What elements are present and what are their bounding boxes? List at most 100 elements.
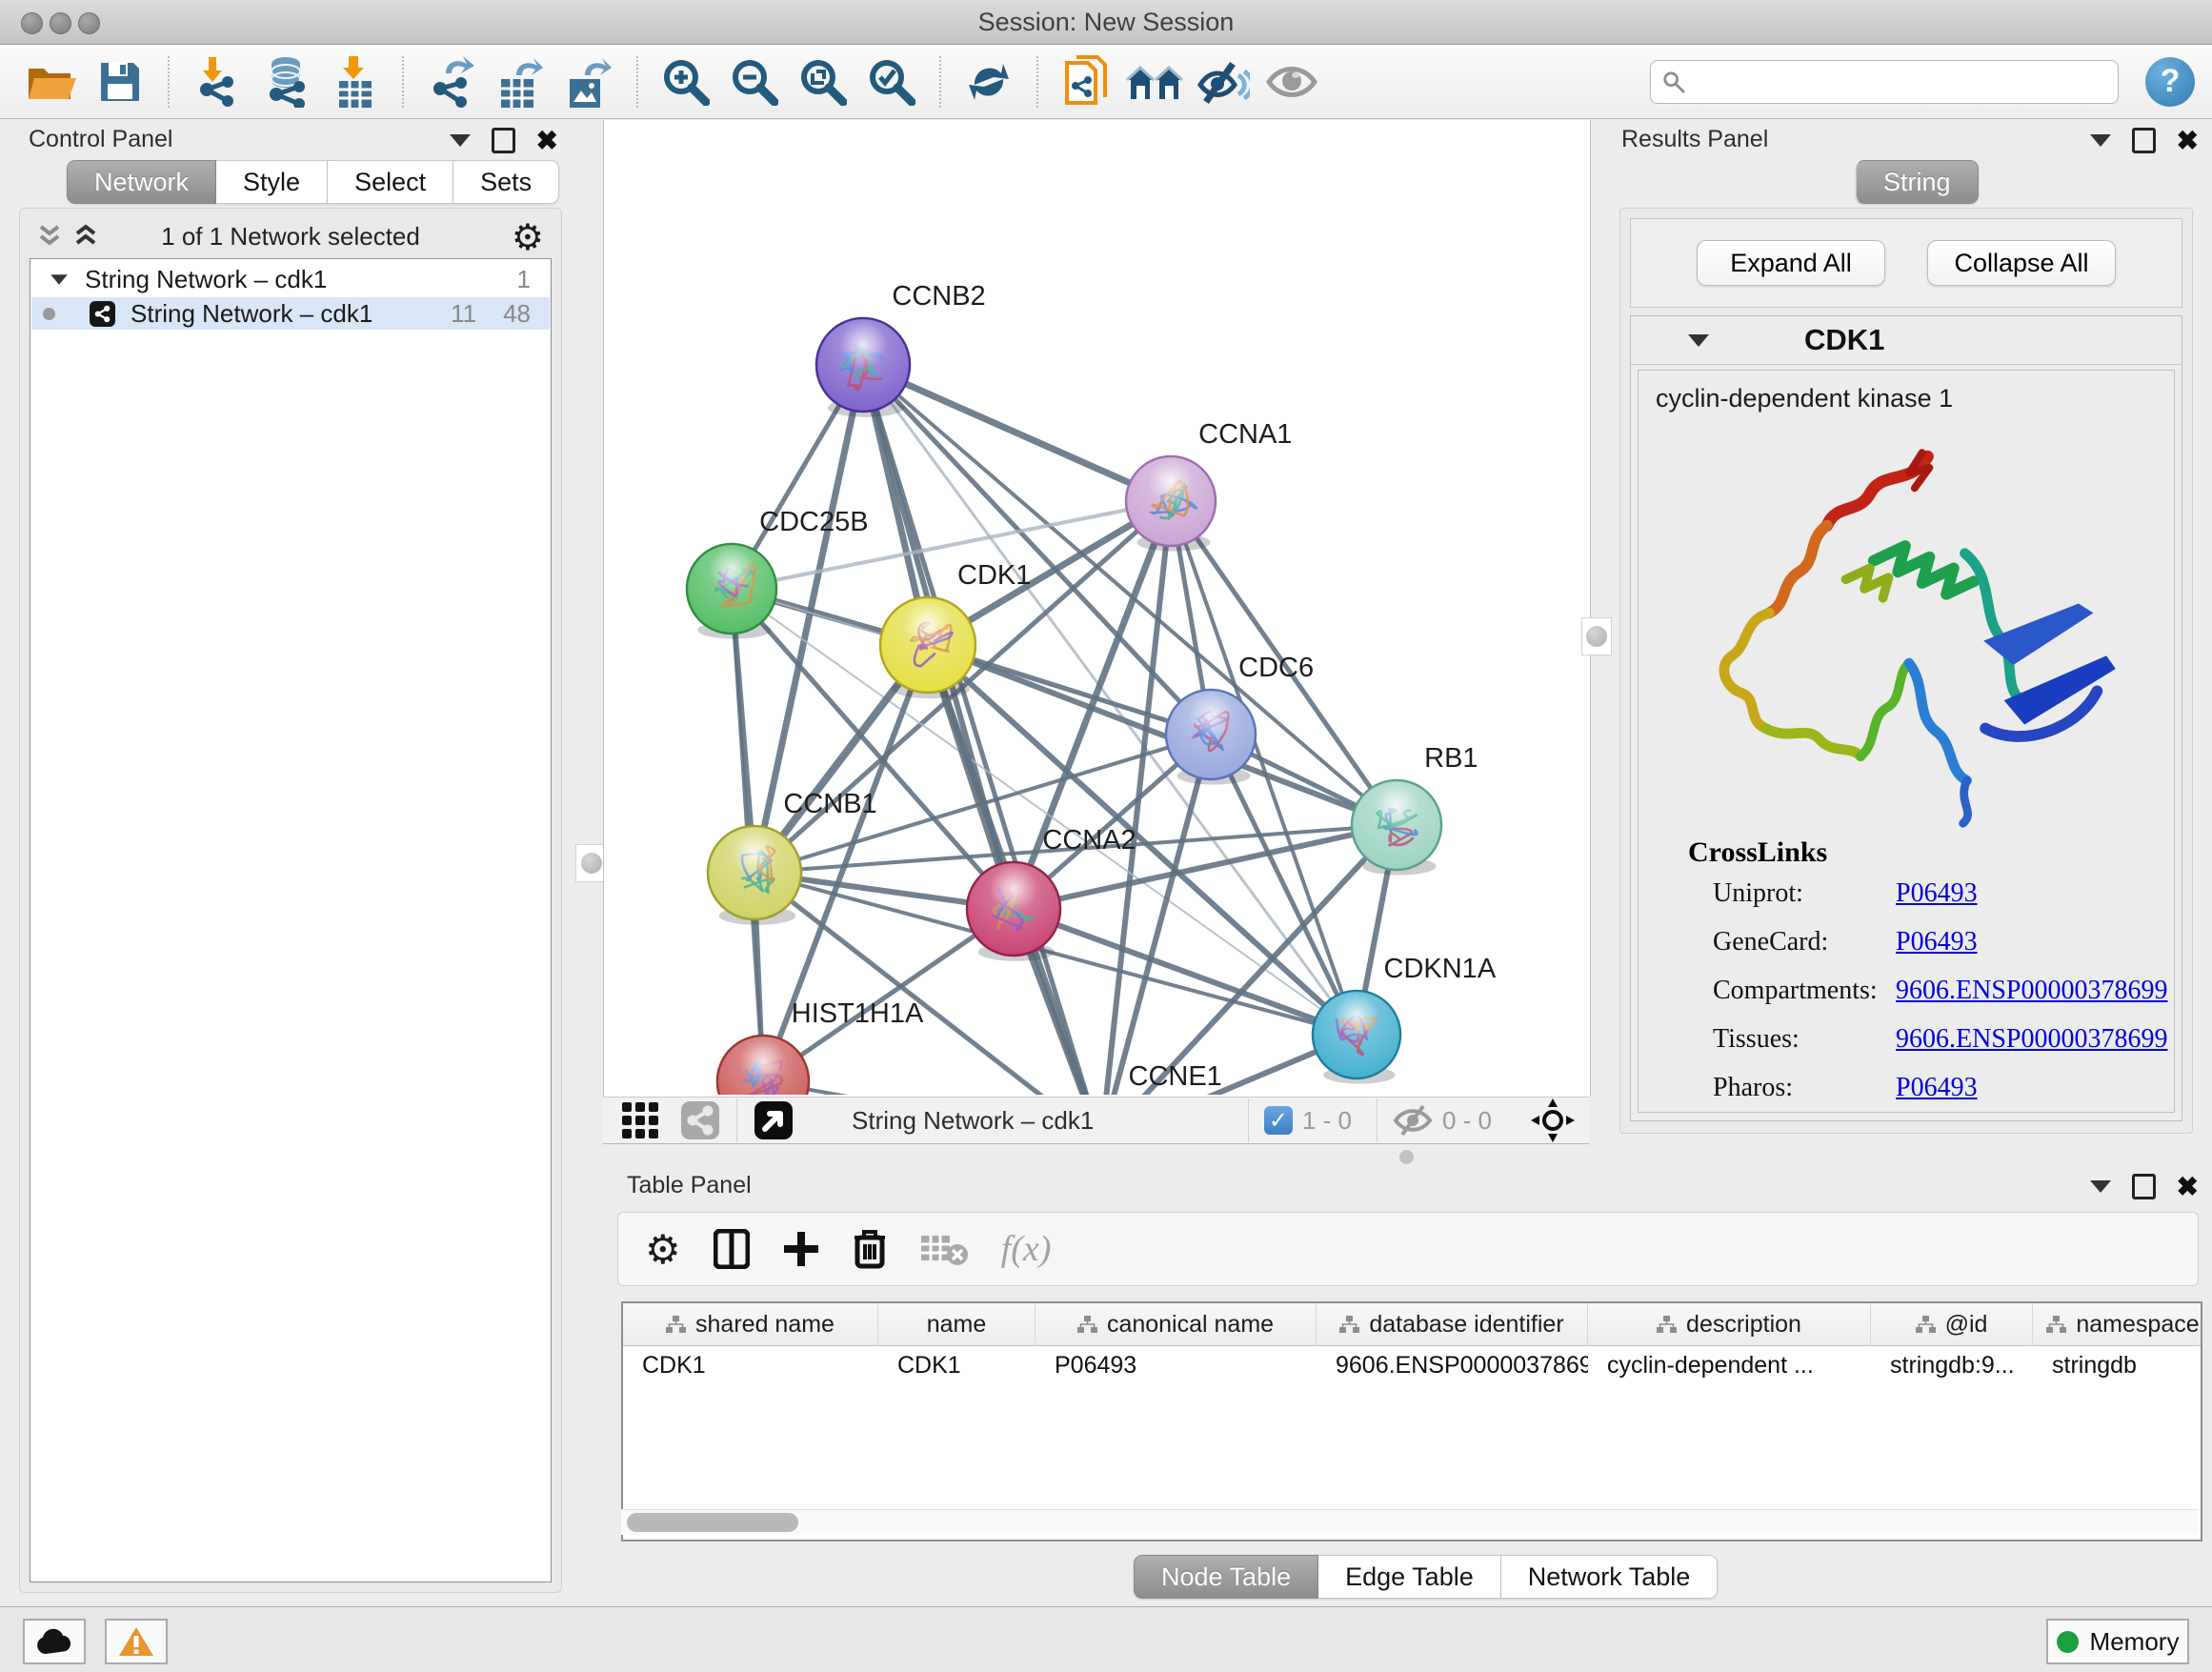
table-cell[interactable]: stringdb: [2033, 1346, 2202, 1384]
export-image-button[interactable]: [559, 52, 618, 111]
show-graphics-button[interactable]: [1262, 52, 1321, 111]
table-cell[interactable]: stringdb:9...: [1871, 1346, 2033, 1384]
import-network-database-button[interactable]: [256, 52, 315, 111]
node-CDC6[interactable]: CDC6: [1166, 653, 1314, 785]
node-HIST1H1A[interactable]: HIST1H1A: [717, 998, 924, 1095]
table-cell[interactable]: cyclin-dependent ...: [1588, 1346, 1871, 1384]
zoom-fit-button[interactable]: [794, 52, 853, 111]
close-panel-icon[interactable]: ✖: [2177, 131, 2199, 151]
table-cell[interactable]: P06493: [1036, 1346, 1317, 1384]
refresh-view-button[interactable]: [959, 52, 1018, 111]
tab-select[interactable]: Select: [328, 160, 453, 204]
column-header-namespace[interactable]: namespace: [2033, 1303, 2202, 1345]
node-label: CCNE1: [1129, 1061, 1222, 1092]
crosslink-link[interactable]: P06493: [1896, 927, 1978, 957]
open-session-button[interactable]: [22, 52, 81, 111]
table-cell[interactable]: 9606.ENSP00000378699: [1317, 1346, 1588, 1384]
edge-CCNB2-CCNA1[interactable]: [863, 365, 1171, 501]
tab-style[interactable]: Style: [216, 160, 328, 204]
edge-HIST1H1A-CCNE1[interactable]: [763, 1081, 1101, 1095]
column-header-description[interactable]: description: [1588, 1303, 1871, 1345]
selected-checkbox-icon[interactable]: ✓: [1264, 1106, 1293, 1135]
horizontal-splitter-handle[interactable]: [1399, 1150, 1414, 1164]
column-header-id[interactable]: @id: [1871, 1303, 2033, 1345]
panel-menu-icon[interactable]: [2090, 1180, 2111, 1193]
network-collection-row[interactable]: String Network – cdk1 1: [31, 263, 550, 295]
node-details-header[interactable]: CDK1: [1631, 316, 2182, 365]
network-canvas[interactable]: CCNB2CCNA1CDC25BCDK1CDC6RB1CCNB1CCNA2CDK…: [603, 120, 1591, 1097]
network-share-toggle-icon[interactable]: [679, 1099, 721, 1141]
node-CCNA1[interactable]: CCNA1: [1126, 419, 1292, 552]
import-table-file-button[interactable]: [325, 52, 384, 111]
hidden-eye-icon[interactable]: [1393, 1104, 1433, 1137]
crosslink-link[interactable]: P06493: [1896, 1073, 1978, 1103]
crosslink-link[interactable]: P06493: [1896, 878, 1978, 909]
zoom-out-button[interactable]: [725, 52, 784, 111]
panel-menu-icon[interactable]: [2090, 134, 2111, 147]
collection-expander-icon[interactable]: [50, 274, 68, 284]
crosslink-row: Uniprot:P06493: [1713, 878, 2174, 909]
network-options-gear-icon[interactable]: ⚙: [512, 216, 544, 259]
zoom-in-button[interactable]: [656, 52, 715, 111]
close-panel-icon[interactable]: ✖: [2177, 1178, 2199, 1197]
cloud-status-button[interactable]: [23, 1619, 86, 1664]
float-panel-icon[interactable]: [2132, 128, 2156, 153]
table-horizontal-scrollbar[interactable]: [621, 1509, 2199, 1535]
save-session-button[interactable]: [90, 52, 150, 111]
search-input[interactable]: [1695, 67, 2106, 96]
table-data-row[interactable]: CDK1CDK1P064939606.ENSP00000378699cyclin…: [623, 1346, 2201, 1384]
delete-column-icon[interactable]: [853, 1228, 887, 1270]
open-folder-icon: [27, 61, 76, 103]
gray-eye-icon: [1265, 63, 1318, 101]
node-CDKN1A[interactable]: CDKN1A: [1313, 954, 1497, 1084]
zoom-selected-button[interactable]: [862, 52, 921, 111]
tab-sets[interactable]: Sets: [453, 160, 559, 204]
network-row-selected[interactable]: String Network – cdk1 11 48: [31, 297, 550, 330]
warning-status-button[interactable]: [105, 1619, 168, 1664]
first-neighbors-button[interactable]: [1056, 52, 1116, 111]
float-panel-icon[interactable]: [492, 128, 515, 153]
memory-button[interactable]: Memory: [2046, 1619, 2189, 1664]
birds-eye-view-icon[interactable]: [753, 1099, 794, 1141]
tab-network-table[interactable]: Network Table: [1501, 1555, 1719, 1599]
edge-CCNB2-RB1[interactable]: [863, 365, 1397, 825]
column-header-canonical-name[interactable]: canonical name: [1036, 1303, 1317, 1345]
help-button[interactable]: ?: [2145, 57, 2195, 107]
grid-view-icon[interactable]: [618, 1098, 662, 1142]
home-networks-button[interactable]: [1125, 52, 1184, 111]
crosslink-link[interactable]: 9606.ENSP00000378699: [1896, 976, 2167, 1006]
show-columns-icon[interactable]: [714, 1229, 750, 1269]
delete-table-icon[interactable]: [919, 1230, 969, 1268]
node-table[interactable]: shared namenamecanonical namedatabase id…: [621, 1301, 2202, 1541]
crosslink-link[interactable]: 9606.ENSP00000378699: [1896, 1024, 2167, 1055]
tab-string[interactable]: String: [1856, 160, 1979, 204]
column-header-shared-name[interactable]: shared name: [623, 1303, 878, 1345]
tab-edge-table[interactable]: Edge Table: [1318, 1555, 1501, 1599]
column-header-database-identifier[interactable]: database identifier: [1317, 1303, 1588, 1345]
crosshair-icon[interactable]: [1530, 1098, 1576, 1143]
table-cell[interactable]: CDK1: [623, 1346, 878, 1384]
expand-all-button[interactable]: Expand All: [1697, 240, 1885, 286]
export-network-button[interactable]: [422, 52, 481, 111]
tab-network[interactable]: Network: [67, 160, 216, 204]
node-RB1[interactable]: RB1: [1352, 743, 1478, 876]
add-column-icon[interactable]: [782, 1230, 820, 1268]
hide-unhide-button[interactable]: [1194, 52, 1253, 111]
table-cell[interactable]: CDK1: [878, 1346, 1036, 1384]
close-panel-icon[interactable]: ✖: [536, 131, 558, 151]
import-network-file-button[interactable]: [188, 52, 247, 111]
panel-menu-icon[interactable]: [450, 134, 471, 147]
table-options-gear-icon[interactable]: ⚙: [645, 1226, 681, 1273]
function-builder-icon[interactable]: f(x): [1001, 1228, 1052, 1270]
collapse-all-button[interactable]: Collapse All: [1927, 240, 2116, 286]
edge-CCNB2-CDKN1A[interactable]: [863, 365, 1357, 1035]
tab-node-table[interactable]: Node Table: [1134, 1555, 1318, 1599]
search-box[interactable]: [1650, 60, 2119, 104]
scrollbar-thumb[interactable]: [627, 1513, 798, 1532]
details-expander-icon[interactable]: [1688, 334, 1709, 347]
float-panel-icon[interactable]: [2132, 1174, 2156, 1199]
main-toolbar: ?: [0, 45, 2212, 119]
export-table-button[interactable]: [491, 52, 550, 111]
column-header-name[interactable]: name: [878, 1303, 1036, 1345]
network-graph[interactable]: CCNB2CCNA1CDC25BCDK1CDC6RB1CCNB1CCNA2CDK…: [604, 120, 1588, 1095]
